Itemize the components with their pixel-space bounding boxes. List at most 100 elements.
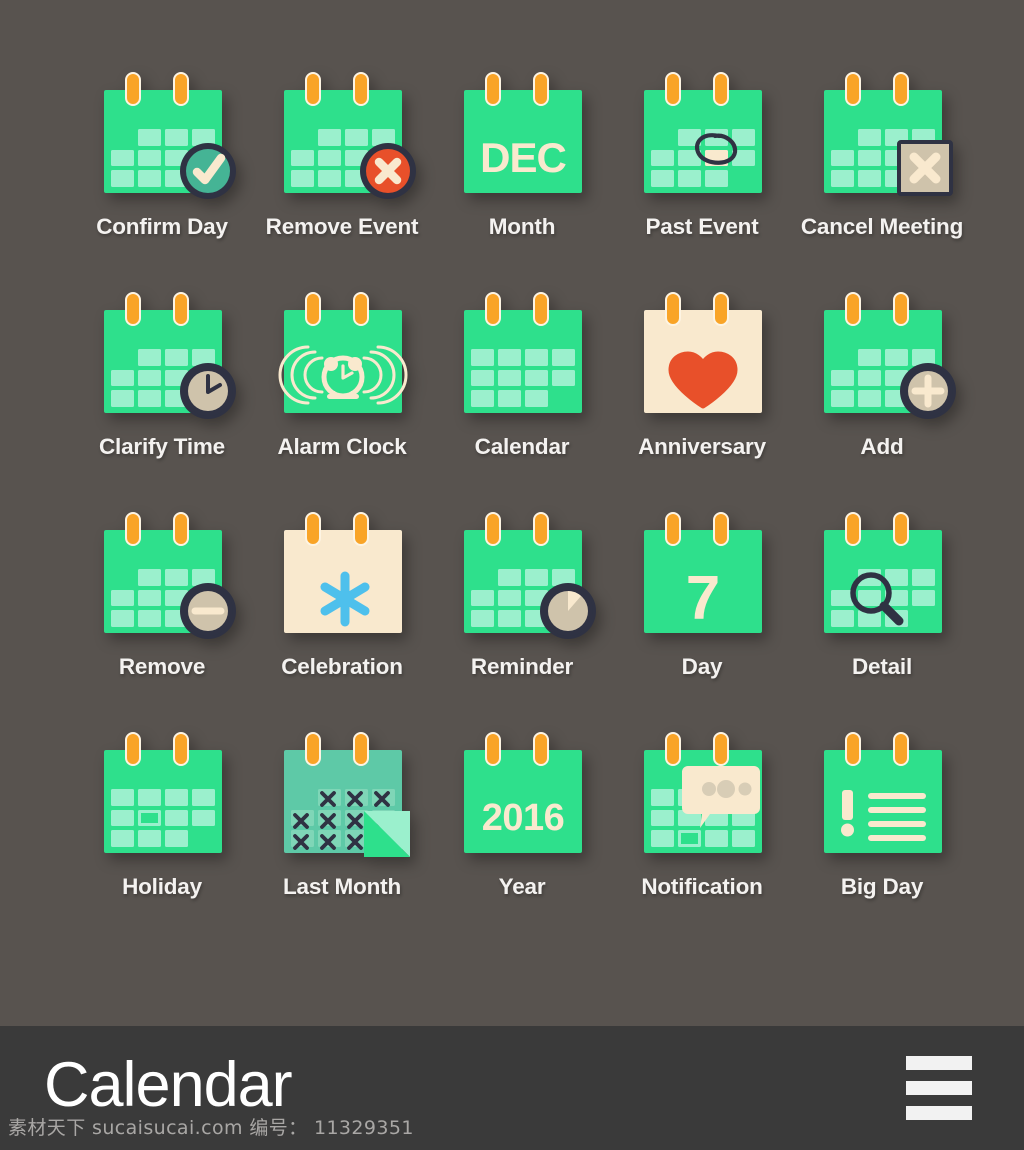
calendar-detail[interactable] xyxy=(814,512,950,637)
icon-item-holiday[interactable]: Holiday xyxy=(72,732,252,952)
icon-item-cancel-meeting[interactable]: Cancel Meeting xyxy=(792,72,972,292)
ring-right-icon xyxy=(533,72,549,106)
ring-right-icon xyxy=(353,512,369,546)
ring-left-icon xyxy=(845,732,861,766)
icon-label: Celebration xyxy=(281,654,403,679)
clock-icon xyxy=(180,363,236,419)
x-circle-icon xyxy=(360,143,416,199)
icon-item-big-day[interactable]: Big Day xyxy=(792,732,972,952)
heart-icon xyxy=(667,351,739,409)
app-root: Confirm Day Remove Event DEC Month Past … xyxy=(0,0,1024,1150)
ring-left-icon xyxy=(665,512,681,546)
icon-label: Add xyxy=(860,434,904,459)
calendar-past-event[interactable] xyxy=(634,72,770,197)
ring-left-icon xyxy=(485,512,501,546)
ring-right-icon xyxy=(173,72,189,106)
calendar-cancel-meeting[interactable] xyxy=(814,72,953,197)
icon-label: Detail xyxy=(851,654,913,679)
icon-label: Year xyxy=(498,874,546,899)
calendar-day[interactable]: 7 xyxy=(634,512,770,637)
ring-left-icon xyxy=(125,292,141,326)
icon-item-detail[interactable]: Detail xyxy=(792,512,972,732)
ring-right-icon xyxy=(713,292,729,326)
calendar-confirm-day[interactable] xyxy=(94,72,236,199)
calendar-remove-event[interactable] xyxy=(274,72,416,199)
highlighted-day-icon xyxy=(138,809,161,827)
ring-left-icon xyxy=(125,512,141,546)
ring-left-icon xyxy=(305,72,321,106)
icon-label: Big Day xyxy=(840,874,924,899)
calendar-anniversary[interactable] xyxy=(634,292,770,417)
ring-left-icon xyxy=(485,292,501,326)
icon-item-clarify-time[interactable]: Clarify Time xyxy=(72,292,252,512)
ring-right-icon xyxy=(893,72,909,106)
calendar-alarm-clock[interactable] xyxy=(274,292,410,417)
ring-left-icon xyxy=(125,732,141,766)
ring-left-icon xyxy=(305,512,321,546)
icon-label: Reminder xyxy=(470,654,574,679)
icon-label: Month xyxy=(488,214,556,239)
calendar-clarify-time[interactable] xyxy=(94,292,236,419)
calendar-last-month[interactable] xyxy=(274,732,410,857)
calendar-calendar[interactable] xyxy=(454,292,590,417)
ring-left-icon xyxy=(845,72,861,106)
app-title: Calendar xyxy=(44,1049,293,1120)
calendar-big-day[interactable] xyxy=(814,732,950,857)
icon-item-reminder[interactable]: Reminder xyxy=(432,512,612,732)
ring-right-icon xyxy=(533,732,549,766)
icon-item-notification[interactable]: Notification xyxy=(612,732,792,952)
calendar-holiday[interactable] xyxy=(94,732,230,857)
exclamation-lines-icon xyxy=(838,788,930,846)
ring-right-icon xyxy=(173,732,189,766)
minus-circle-icon xyxy=(180,583,236,639)
icon-label: Cancel Meeting xyxy=(800,214,964,239)
ring-right-icon xyxy=(893,512,909,546)
icon-item-past-event[interactable]: Past Event xyxy=(612,72,792,292)
icon-label: Past Event xyxy=(645,214,759,239)
icon-label: Remove xyxy=(118,654,206,679)
icon-label: Clarify Time xyxy=(99,434,225,459)
icon-item-alarm-clock[interactable]: Alarm Clock xyxy=(252,292,432,512)
icon-item-calendar[interactable]: Calendar xyxy=(432,292,612,512)
icon-label: Holiday xyxy=(122,874,202,899)
icon-label: Alarm Clock xyxy=(277,434,407,459)
ring-right-icon xyxy=(353,72,369,106)
speech-bubble-icon xyxy=(680,764,762,830)
ring-left-icon xyxy=(665,732,681,766)
calendar-celebration[interactable] xyxy=(274,512,410,637)
ring-left-icon xyxy=(485,732,501,766)
ring-right-icon xyxy=(173,292,189,326)
icon-label: Notification xyxy=(641,874,763,899)
calendar-year[interactable]: 2016 xyxy=(454,732,590,857)
ring-right-icon xyxy=(533,292,549,326)
month-text: DEC xyxy=(480,134,567,181)
icon-item-month[interactable]: DEC Month xyxy=(432,72,612,292)
calendar-remove[interactable] xyxy=(94,512,236,639)
calendar-add[interactable] xyxy=(814,292,956,419)
icon-item-day[interactable]: 7 Day xyxy=(612,512,792,732)
ring-right-icon xyxy=(353,292,369,326)
icon-item-remove[interactable]: Remove xyxy=(72,512,252,732)
calendar-notification[interactable] xyxy=(634,732,770,857)
icon-item-anniversary[interactable]: Anniversary xyxy=(612,292,792,512)
icon-item-celebration[interactable]: Celebration xyxy=(252,512,432,732)
icon-item-last-month[interactable]: Last Month xyxy=(252,732,432,952)
icon-item-confirm-day[interactable]: Confirm Day xyxy=(72,72,252,292)
ring-left-icon xyxy=(125,72,141,106)
icon-label: Remove Event xyxy=(265,214,419,239)
day-cells xyxy=(104,783,222,853)
plus-circle-icon xyxy=(900,363,956,419)
icon-label: Calendar xyxy=(474,434,570,459)
alarm-clock-icon xyxy=(278,344,408,410)
sparkle-icon xyxy=(316,570,374,628)
ring-right-icon xyxy=(353,732,369,766)
check-circle-icon xyxy=(180,143,236,199)
ring-right-icon xyxy=(533,512,549,546)
calendar-month[interactable]: DEC xyxy=(454,72,590,197)
icon-item-year[interactable]: 2016 Year xyxy=(432,732,612,952)
icon-item-add[interactable]: Add xyxy=(792,292,972,512)
calendar-reminder[interactable] xyxy=(454,512,596,639)
hamburger-menu-icon[interactable] xyxy=(906,1056,972,1120)
magnifier-icon xyxy=(846,568,906,628)
icon-item-remove-event[interactable]: Remove Event xyxy=(252,72,432,292)
